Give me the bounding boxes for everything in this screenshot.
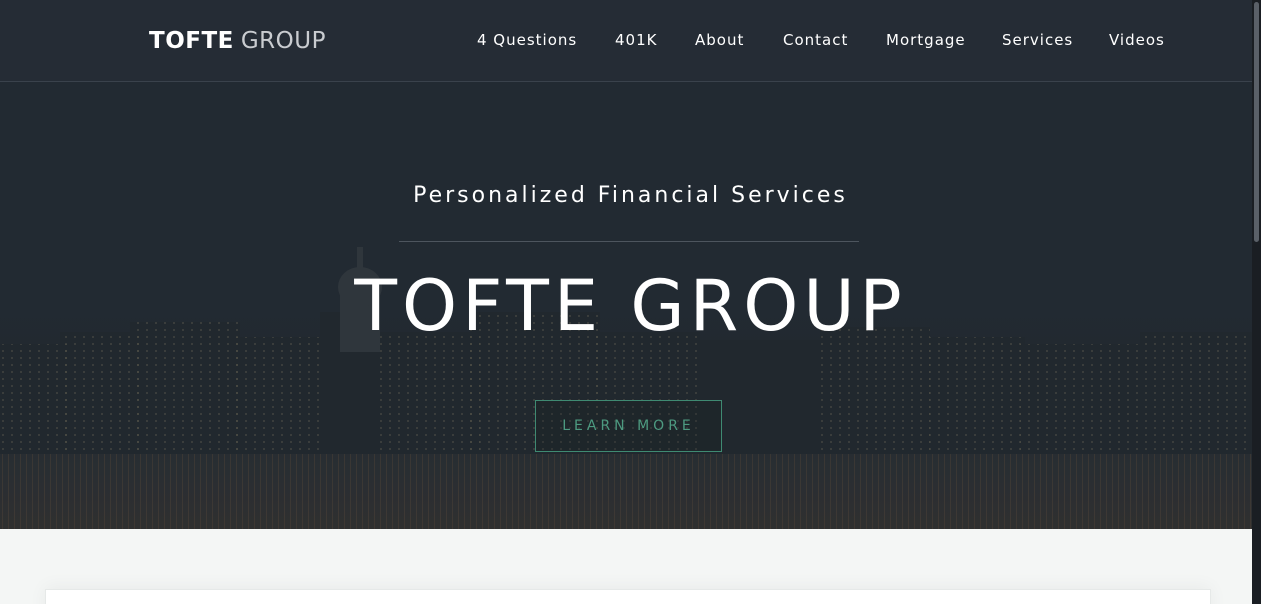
site-header: TOFTE GROUP 4 Questions 401K About Contac… (0, 0, 1261, 82)
nav-item-about[interactable]: About (695, 29, 744, 51)
hero-title: TOFTE GROUP (354, 265, 907, 347)
main-nav: 4 Questions 401K About Contact Mortgage … (0, 29, 1261, 51)
nav-item-services[interactable]: Services (1002, 29, 1073, 51)
nav-item-videos[interactable]: Videos (1109, 29, 1165, 51)
hero-tagline: Personalized Financial Services (413, 183, 848, 208)
content-card (45, 589, 1211, 604)
scrollbar-thumb[interactable] (1254, 2, 1259, 242)
nav-item-mortgage[interactable]: Mortgage (886, 29, 966, 51)
nav-item-4-questions[interactable]: 4 Questions (477, 29, 577, 51)
nav-item-contact[interactable]: Contact (783, 29, 848, 51)
hero-divider (399, 241, 859, 242)
hero-section: Personalized Financial Services TOFTE GR… (0, 82, 1261, 529)
learn-more-button[interactable]: LEARN MORE (535, 400, 722, 452)
nav-item-401k[interactable]: 401K (615, 29, 657, 51)
